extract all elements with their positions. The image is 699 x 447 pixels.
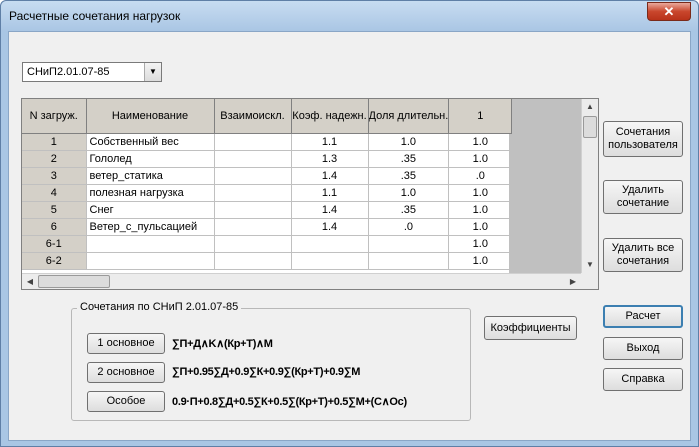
cell-duration-share[interactable]: 1.0 xyxy=(368,184,450,202)
cell-duration-share[interactable]: .35 xyxy=(368,167,450,185)
dialog-client-area: СНиП2.01.07-85 ▼ N загруж. Наименование … xyxy=(8,31,691,441)
scrollbar-corner xyxy=(581,273,598,289)
cell-reliability[interactable]: 1.3 xyxy=(291,150,369,168)
table-row[interactable]: 5 Снег 1.4 .35 1.0 xyxy=(22,201,513,219)
scroll-down-icon[interactable]: ▼ xyxy=(582,257,598,273)
snip-combinations-group: Сочетания по СНиП 2.01.07-85 1 основное … xyxy=(71,301,471,421)
special-button[interactable]: Особое xyxy=(87,391,165,412)
cell-load-number: 6-2 xyxy=(22,252,87,270)
column-header-reliability[interactable]: Коэф. надежн. xyxy=(291,99,369,134)
header-row: N загруж. Наименование Взаимоискл. Коэф.… xyxy=(22,99,513,134)
cell-reliability[interactable]: 1.1 xyxy=(291,133,369,151)
column-header-n[interactable]: N загруж. xyxy=(22,99,87,134)
horizontal-scrollbar[interactable]: ◀ ▶ xyxy=(22,273,581,289)
basic-1-formula: ∑П+Д∧K∧(Кр+Т)∧М xyxy=(172,338,273,350)
coefficients-button[interactable]: Коэффициенты xyxy=(484,316,577,340)
group-label: Сочетания по СНиП 2.01.07-85 xyxy=(77,301,242,313)
cell-combo-1[interactable]: 1.0 xyxy=(448,184,513,202)
cell-load-number: 2 xyxy=(22,150,87,168)
cell-load-name[interactable]: полезная нагрузка xyxy=(86,184,215,202)
cell-combo-1[interactable]: 1.0 xyxy=(448,150,513,168)
close-button[interactable]: ✕ xyxy=(647,2,691,21)
dialog-window: Расчетные сочетания нагрузок ✕ СНиП2.01.… xyxy=(0,0,699,447)
vertical-scroll-thumb[interactable] xyxy=(583,116,597,138)
basic-2-button[interactable]: 2 основное xyxy=(87,362,165,383)
cell-reliability[interactable]: 1.4 xyxy=(291,218,369,236)
table-row[interactable]: 3 ветер_статика 1.4 .35 .0 xyxy=(22,167,513,185)
basic-2-formula: ∑П+0.95∑Д+0.9∑К+0.9∑(Кр+Т)+0.9∑М xyxy=(172,366,361,378)
column-header-name[interactable]: Наименование xyxy=(86,99,215,134)
table-row[interactable]: 1 Собственный вес 1.1 1.0 1.0 xyxy=(22,133,513,151)
cell-load-number: 4 xyxy=(22,184,87,202)
help-button[interactable]: Справка xyxy=(603,368,683,391)
cell-duration-share[interactable]: .35 xyxy=(368,150,450,168)
cell-combo-1[interactable]: 1.0 xyxy=(448,218,513,236)
cell-load-name[interactable] xyxy=(86,235,215,253)
cell-duration-share[interactable]: .35 xyxy=(368,201,450,219)
cell-exclusive[interactable] xyxy=(214,133,292,151)
cell-duration-share[interactable] xyxy=(368,235,450,253)
cell-reliability[interactable]: 1.4 xyxy=(291,201,369,219)
cell-exclusive[interactable] xyxy=(214,150,292,168)
cell-combo-1[interactable]: .0 xyxy=(448,167,513,185)
cell-load-name[interactable]: Гололед xyxy=(86,150,215,168)
horizontal-scroll-thumb[interactable] xyxy=(38,275,110,288)
cell-load-name[interactable]: Снег xyxy=(86,201,215,219)
title-bar: Расчетные сочетания нагрузок ✕ xyxy=(1,1,698,31)
grid-empty-area xyxy=(509,99,581,273)
column-header-exclusive[interactable]: Взаимоискл. xyxy=(214,99,292,134)
cell-combo-1[interactable]: 1.0 xyxy=(448,133,513,151)
cell-reliability[interactable]: 1.4 xyxy=(291,167,369,185)
loads-table: N загруж. Наименование Взаимоискл. Коэф.… xyxy=(22,99,513,270)
column-header-duration-share[interactable]: Доля длительн. xyxy=(368,99,450,134)
cell-load-number: 3 xyxy=(22,167,87,185)
vertical-scrollbar[interactable]: ▲ ▼ xyxy=(581,99,598,273)
cell-exclusive[interactable] xyxy=(214,201,292,219)
norm-select-value: СНиП2.01.07-85 xyxy=(27,66,110,78)
table-row[interactable]: 6 Ветер_с_пульсацией 1.4 .0 1.0 xyxy=(22,218,513,236)
delete-combination-button[interactable]: Удалить сочетание xyxy=(603,180,683,214)
norm-select[interactable]: СНиП2.01.07-85 ▼ xyxy=(22,62,162,82)
cell-load-number: 1 xyxy=(22,133,87,151)
calculate-button[interactable]: Расчет xyxy=(603,305,683,328)
cell-load-name[interactable] xyxy=(86,252,215,270)
user-combinations-button[interactable]: Сочетания пользователя xyxy=(603,121,683,157)
cell-exclusive[interactable] xyxy=(214,252,292,270)
cell-reliability[interactable] xyxy=(291,252,369,270)
cell-exclusive[interactable] xyxy=(214,184,292,202)
column-header-combo-1[interactable]: 1 xyxy=(448,99,513,134)
table-row[interactable]: 4 полезная нагрузка 1.1 1.0 1.0 xyxy=(22,184,513,202)
cell-load-name[interactable]: Собственный вес xyxy=(86,133,215,151)
cell-combo-1[interactable]: 1.0 xyxy=(448,235,513,253)
cell-exclusive[interactable] xyxy=(214,218,292,236)
cell-duration-share[interactable]: .0 xyxy=(368,218,450,236)
cell-load-number: 6-1 xyxy=(22,235,87,253)
scroll-left-icon[interactable]: ◀ xyxy=(22,274,38,290)
table-row[interactable]: 6-2 1.0 xyxy=(22,252,513,270)
loads-grid: N загруж. Наименование Взаимоискл. Коэф.… xyxy=(21,98,599,290)
scroll-up-icon[interactable]: ▲ xyxy=(582,99,598,115)
table-row[interactable]: 2 Гололед 1.3 .35 1.0 xyxy=(22,150,513,168)
scroll-right-icon[interactable]: ▶ xyxy=(565,274,581,290)
cell-combo-1[interactable]: 1.0 xyxy=(448,201,513,219)
cell-reliability[interactable] xyxy=(291,235,369,253)
cell-duration-share[interactable]: 1.0 xyxy=(368,133,450,151)
special-formula: 0.9·П+0.8∑Д+0.5∑К+0.5∑(Кр+Т)+0.5∑М+(С∧Ос… xyxy=(172,396,407,408)
cell-combo-1[interactable]: 1.0 xyxy=(448,252,513,270)
cell-duration-share[interactable] xyxy=(368,252,450,270)
close-icon: ✕ xyxy=(663,4,675,19)
table-row[interactable]: 6-1 1.0 xyxy=(22,235,513,253)
chevron-down-icon[interactable]: ▼ xyxy=(144,63,161,81)
exit-button[interactable]: Выход xyxy=(603,337,683,360)
cell-exclusive[interactable] xyxy=(214,235,292,253)
cell-exclusive[interactable] xyxy=(214,167,292,185)
cell-reliability[interactable]: 1.1 xyxy=(291,184,369,202)
window-title: Расчетные сочетания нагрузок xyxy=(9,9,181,23)
delete-all-combinations-button[interactable]: Удалить все сочетания xyxy=(603,238,683,272)
cell-load-name[interactable]: ветер_статика xyxy=(86,167,215,185)
cell-load-number: 5 xyxy=(22,201,87,219)
cell-load-number: 6 xyxy=(22,218,87,236)
basic-1-button[interactable]: 1 основное xyxy=(87,333,165,354)
cell-load-name[interactable]: Ветер_с_пульсацией xyxy=(86,218,215,236)
